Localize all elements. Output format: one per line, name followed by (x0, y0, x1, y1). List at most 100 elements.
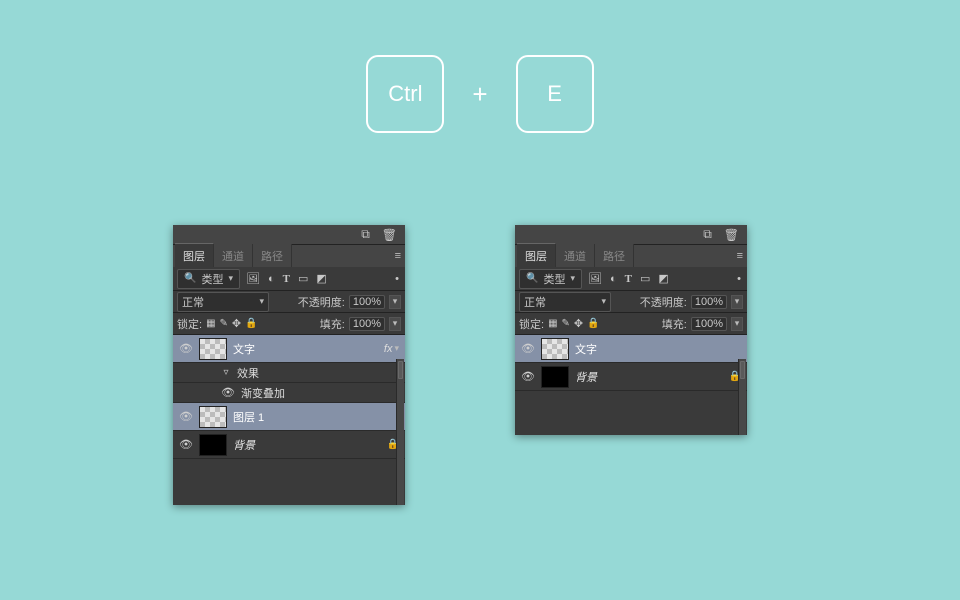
fx-badge[interactable]: fx (384, 343, 393, 355)
opacity-value[interactable]: 100% (691, 295, 727, 309)
layer-row[interactable]: 文字 (515, 335, 747, 363)
chevron-down-icon (601, 296, 606, 307)
chevron-down-icon (735, 318, 740, 329)
panel-tabs: 图层 通道 路径 (515, 245, 747, 267)
opacity-stepper[interactable] (389, 295, 401, 309)
layer-name: 背景 (233, 437, 383, 453)
lock-position-icon[interactable] (574, 317, 583, 330)
eye-icon (221, 387, 235, 399)
filter-toggle-icon[interactable] (735, 273, 743, 285)
lock-pixels-icon[interactable] (548, 318, 557, 329)
fill-stepper[interactable] (731, 317, 743, 331)
lock-paint-icon[interactable] (562, 318, 570, 329)
filter-kind-select[interactable]: 类型 (177, 269, 240, 289)
fx-sub-gradient[interactable]: 渐变叠加 (173, 383, 405, 403)
fx-collapse-icon[interactable]: ▿ (219, 367, 233, 378)
tab-channels[interactable]: 通道 (556, 244, 595, 267)
filter-text-icon[interactable] (281, 273, 292, 285)
filter-kind-label: 类型 (543, 271, 565, 287)
blend-row: 正常 不透明度: 100% (173, 291, 405, 313)
scrollbar-thumb[interactable] (398, 361, 403, 379)
flyout-menu-icon[interactable] (395, 250, 401, 262)
chevron-down-icon (568, 273, 577, 284)
eye-icon (521, 342, 535, 355)
fill-stepper[interactable] (389, 317, 401, 331)
layer-thumbnail (199, 406, 227, 428)
filter-shape-icon[interactable] (296, 272, 310, 285)
filter-adjustment-icon[interactable] (608, 273, 619, 285)
lock-all-icon[interactable] (587, 318, 599, 329)
fill-value[interactable]: 100% (349, 317, 385, 331)
opacity-label: 不透明度: (640, 294, 687, 310)
key-e: E (516, 55, 594, 133)
blend-mode-select[interactable]: 正常 (177, 292, 269, 312)
trash-icon[interactable] (382, 228, 397, 242)
tab-layers[interactable]: 图层 (517, 243, 556, 267)
visibility-toggle[interactable] (515, 370, 541, 383)
duplicate-icon[interactable] (361, 227, 370, 242)
fill-label: 填充: (320, 316, 345, 332)
key-e-label: E (547, 81, 562, 107)
filter-pixel-icon[interactable] (244, 272, 262, 285)
layer-list: 文字 背景 (515, 335, 747, 435)
lock-label: 锁定: (519, 316, 544, 332)
layer-name: 文字 (575, 341, 741, 357)
filter-smartobject-icon[interactable] (656, 272, 670, 285)
lock-row: 锁定: 填充: 100% (173, 313, 405, 335)
opacity-value[interactable]: 100% (349, 295, 385, 309)
eye-icon (179, 438, 193, 451)
panel-grip (515, 225, 747, 245)
shortcut-row: Ctrl + E (0, 55, 960, 133)
visibility-toggle[interactable] (173, 410, 199, 423)
fx-expand-icon[interactable] (394, 343, 399, 354)
lock-all-icon[interactable] (245, 318, 257, 329)
layer-list: 文字 fx ▿ 效果 渐变叠加 图层 1 背景 (173, 335, 405, 505)
duplicate-icon[interactable] (703, 227, 712, 242)
filter-shape-icon[interactable] (638, 272, 652, 285)
filter-toggle-icon[interactable] (393, 273, 401, 285)
layer-list-empty (515, 391, 747, 435)
layer-thumbnail (541, 366, 569, 388)
layer-thumbnail (541, 338, 569, 360)
fx-sub-effects: ▿ 效果 (173, 363, 405, 383)
tab-layers[interactable]: 图层 (175, 243, 214, 267)
scrollbar-thumb[interactable] (740, 361, 745, 379)
fill-value[interactable]: 100% (691, 317, 727, 331)
flyout-menu-icon[interactable] (737, 250, 743, 262)
lock-row: 锁定: 填充: 100% (515, 313, 747, 335)
layer-row[interactable]: 背景 (173, 431, 405, 459)
visibility-toggle[interactable] (219, 386, 237, 399)
lock-pixels-icon[interactable] (206, 318, 215, 329)
visibility-toggle[interactable] (173, 342, 199, 355)
layer-filter-row: 类型 (515, 267, 747, 291)
scrollbar[interactable] (396, 359, 404, 505)
visibility-toggle[interactable] (173, 438, 199, 451)
filter-pixel-icon[interactable] (586, 272, 604, 285)
layer-row[interactable]: 背景 (515, 363, 747, 391)
tab-channels[interactable]: 通道 (214, 244, 253, 267)
visibility-toggle[interactable] (515, 342, 541, 355)
layer-row[interactable]: 文字 fx (173, 335, 405, 363)
key-ctrl-label: Ctrl (388, 81, 422, 107)
layer-name: 文字 (233, 341, 384, 357)
layer-row[interactable]: 图层 1 (173, 403, 405, 431)
blend-mode-label: 正常 (524, 294, 546, 310)
filter-text-icon[interactable] (623, 273, 634, 285)
fx-gradient-label: 渐变叠加 (241, 385, 285, 401)
filter-smartobject-icon[interactable] (314, 272, 328, 285)
blend-mode-select[interactable]: 正常 (519, 292, 611, 312)
opacity-stepper[interactable] (731, 295, 743, 309)
trash-icon[interactable] (724, 228, 739, 242)
opacity-label: 不透明度: (298, 294, 345, 310)
filter-adjustment-icon[interactable] (266, 273, 277, 285)
blend-row: 正常 不透明度: 100% (515, 291, 747, 313)
chevron-down-icon (226, 273, 235, 284)
layers-panel-after: 图层 通道 路径 类型 正常 不透明度: 100% 锁定: (515, 225, 747, 435)
tab-paths[interactable]: 路径 (253, 244, 292, 267)
lock-position-icon[interactable] (232, 317, 241, 330)
scrollbar[interactable] (738, 359, 746, 435)
layer-filter-row: 类型 (173, 267, 405, 291)
tab-paths[interactable]: 路径 (595, 244, 634, 267)
lock-paint-icon[interactable] (220, 318, 228, 329)
filter-kind-select[interactable]: 类型 (519, 269, 582, 289)
